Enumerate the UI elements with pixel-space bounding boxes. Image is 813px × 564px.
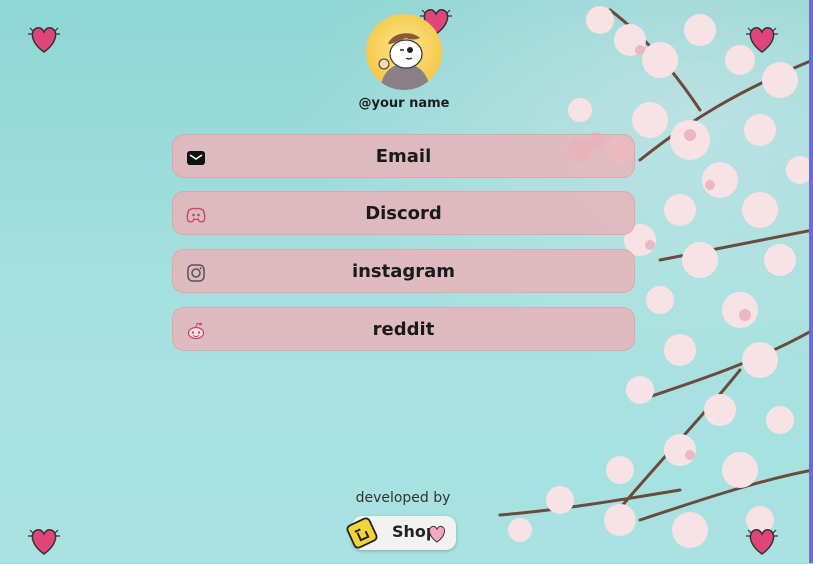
heart-icon xyxy=(742,520,782,560)
reddit-link-button[interactable]: reddit xyxy=(172,307,635,351)
heart-icon xyxy=(24,520,64,560)
heart-icon xyxy=(424,520,450,546)
instagram-link-label: instagram xyxy=(351,260,456,282)
shop-logo-icon xyxy=(342,513,382,553)
instagram-link-button[interactable]: instagram xyxy=(172,249,635,293)
reddit-link-label: reddit xyxy=(372,318,435,340)
cartoon-avatar-icon xyxy=(378,33,430,90)
discord-link-button[interactable]: Discord xyxy=(172,191,635,235)
right-edge-bar xyxy=(809,0,813,563)
discord-link-label: Discord xyxy=(365,202,442,224)
heart-icon xyxy=(24,18,64,58)
avatar[interactable] xyxy=(366,14,442,90)
username: @your name xyxy=(358,96,450,111)
heart-icon xyxy=(742,18,782,58)
email-link-button[interactable]: Email xyxy=(172,134,635,178)
developed-by-label: developed by xyxy=(355,490,451,506)
email-link-label: Email xyxy=(375,145,432,167)
